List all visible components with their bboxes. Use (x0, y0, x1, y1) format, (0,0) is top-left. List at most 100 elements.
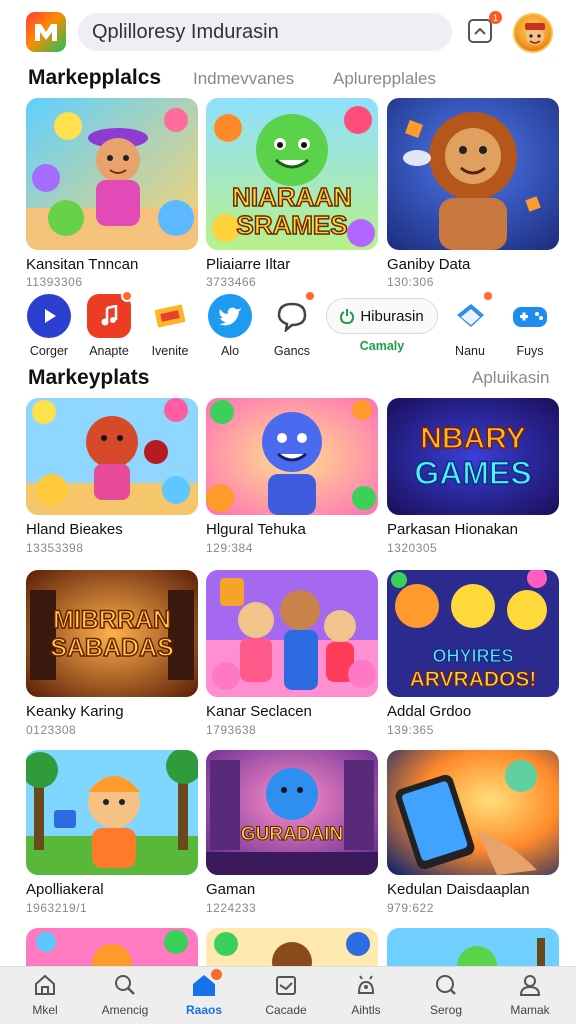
game-card[interactable]: MIBRRAN SABADAS Keanky Karing 0123308 (26, 570, 198, 737)
nav-item-mamak[interactable]: Mamak (489, 971, 571, 1017)
chip-text: Hiburasin (360, 307, 424, 325)
home-filled-icon (190, 969, 222, 999)
game-thumbnail (387, 98, 559, 250)
nav-item-aihtls[interactable]: Aihtls (325, 971, 407, 1017)
game-title: Kansitan Tnncan (26, 256, 139, 273)
thumb-line-2: ARVRADOS! (410, 668, 537, 691)
thumb-line-1: NBARY (420, 422, 526, 455)
game-meta: 139:365 (387, 723, 434, 737)
thumb-line-1: GURADAIN (241, 824, 343, 845)
tab-secondary-2[interactable]: Aplurepplales (333, 69, 436, 89)
shortcut-nanu[interactable]: Nanu (438, 290, 502, 358)
game-thumbnail: GURADAIN (206, 750, 378, 875)
game-card[interactable]: NIARAAN SRAMES Pliaiarre Iltar 3733466 (206, 98, 378, 289)
nav-label: Serog (429, 1003, 463, 1017)
nav-item-cacade[interactable]: Cacade (245, 971, 327, 1017)
nav-item-home[interactable]: Mkel (4, 971, 86, 1017)
nav-item-serog[interactable]: Serog (405, 971, 487, 1017)
notifications-button[interactable]: 1 (468, 11, 502, 45)
shortcut-gancs[interactable]: Gancs (260, 290, 324, 358)
top-app-bar: Qplilloresy Imdurasin 1 (0, 0, 576, 64)
shortcut-label: Corger (29, 344, 69, 358)
tag-icon (448, 290, 494, 338)
twitter-bird-icon (208, 294, 252, 338)
bottom-navigation-bar: Mkel Amencig Raaos Cacade Aihtls Serog M… (0, 966, 576, 1024)
game-card[interactable]: Hland Bieakes 13353398 (26, 398, 198, 555)
game-card[interactable]: Apolliakeral 1963219/1 (26, 750, 198, 915)
game-title: Pliaiarre Iltar (206, 256, 291, 273)
game-thumbnail (206, 928, 378, 968)
game-card[interactable]: Hlgural Tehuka 129:384 (206, 398, 378, 555)
shortcut-anapte[interactable]: Anapte (77, 290, 141, 358)
game-title: Gaman (206, 881, 256, 898)
game-meta: 11393306 (26, 275, 83, 289)
game-meta: 129:384 (206, 541, 253, 555)
game-card[interactable] (206, 928, 378, 968)
game-card[interactable]: OHYIRES ARVRADOS! Addal Grdoo 139:365 (387, 570, 559, 737)
game-meta: 3733466 (206, 275, 257, 289)
shortcut-ivenite[interactable]: Ivenite (138, 294, 202, 358)
shortcut-corger[interactable]: Corger (17, 294, 81, 358)
hiburasin-chip[interactable]: Hiburasin (326, 298, 438, 334)
search-input-text: Qplilloresy Imdurasin (92, 20, 279, 43)
game-thumbnail (26, 928, 198, 968)
game-card[interactable] (387, 928, 559, 968)
gamepad-icon (508, 294, 552, 338)
music-icon (87, 290, 133, 338)
game-thumbnail: OHYIRES ARVRADOS! (387, 570, 559, 697)
ticket-icon (148, 294, 192, 338)
section-title-marketplace: Markepplalcs (28, 66, 162, 89)
nav-item-raaos[interactable]: Raaos (163, 969, 245, 1017)
thumb-line-2: GAMES (414, 455, 531, 491)
app-logo[interactable] (26, 12, 66, 52)
game-thumbnail (387, 928, 559, 968)
nav-item-search[interactable]: Amencig (84, 971, 166, 1017)
game-title: Hland Bieakes (26, 521, 123, 538)
game-title: Ganiby Data (387, 256, 471, 273)
game-meta: 1320305 (387, 541, 438, 555)
nav-badge (211, 969, 222, 980)
shortcut-fuys[interactable]: Fuys (498, 294, 562, 358)
nav-label: Amencig (101, 1003, 149, 1017)
game-meta: 0123308 (26, 723, 77, 737)
game-thumbnail (26, 98, 198, 250)
search-input[interactable]: Qplilloresy Imdurasin (78, 13, 452, 51)
nav-label: Mamak (510, 1003, 550, 1017)
game-thumbnail (387, 750, 559, 875)
game-thumbnail: NBARY GAMES (387, 398, 559, 515)
game-title: Hlgural Tehuka (206, 521, 306, 538)
game-card[interactable]: Kanar Seclacen 1793638 (206, 570, 378, 737)
shortcut-badge (482, 290, 494, 302)
avatar[interactable] (513, 13, 553, 53)
chat-icon (270, 290, 316, 338)
profile-icon (516, 971, 544, 999)
search-icon (111, 971, 139, 999)
game-card[interactable]: GURADAIN Gaman 1224233 (206, 750, 378, 915)
game-title: Apolliakeral (26, 881, 104, 898)
game-card[interactable]: Kedulan Daisdaaplan 979:622 (387, 750, 559, 915)
notification-badge: 1 (489, 11, 502, 24)
shortcut-label: Fuys (516, 344, 544, 358)
game-meta: 1224233 (206, 901, 257, 915)
shortcut-alo[interactable]: Alo (198, 294, 262, 358)
home-icon (31, 971, 59, 999)
section-see-all-link[interactable]: Apluikasin (472, 368, 550, 388)
play-icon (27, 294, 71, 338)
nav-label: Cacade (265, 1003, 307, 1017)
shortcut-label: Nanu (455, 344, 485, 358)
m-logo-icon (35, 24, 57, 41)
avatar-image-icon (525, 23, 545, 45)
game-card[interactable] (26, 928, 198, 968)
tab-secondary-1[interactable]: Indmevvanes (193, 69, 294, 89)
game-thumbnail (26, 398, 198, 515)
shortcut-label: Alo (220, 344, 240, 358)
calendar-icon (272, 971, 300, 999)
game-title: Keanky Karing (26, 703, 124, 720)
game-card[interactable]: Ganiby Data 130:306 (387, 98, 559, 289)
game-meta: 1793638 (206, 723, 257, 737)
game-card[interactable]: Kansitan Tnncan 11393306 (26, 98, 198, 289)
game-thumbnail (26, 750, 198, 875)
nav-label: Mkel (32, 1003, 58, 1017)
game-card[interactable]: NBARY GAMES Parkasan Hionakan 1320305 (387, 398, 559, 555)
android-icon (352, 971, 380, 999)
